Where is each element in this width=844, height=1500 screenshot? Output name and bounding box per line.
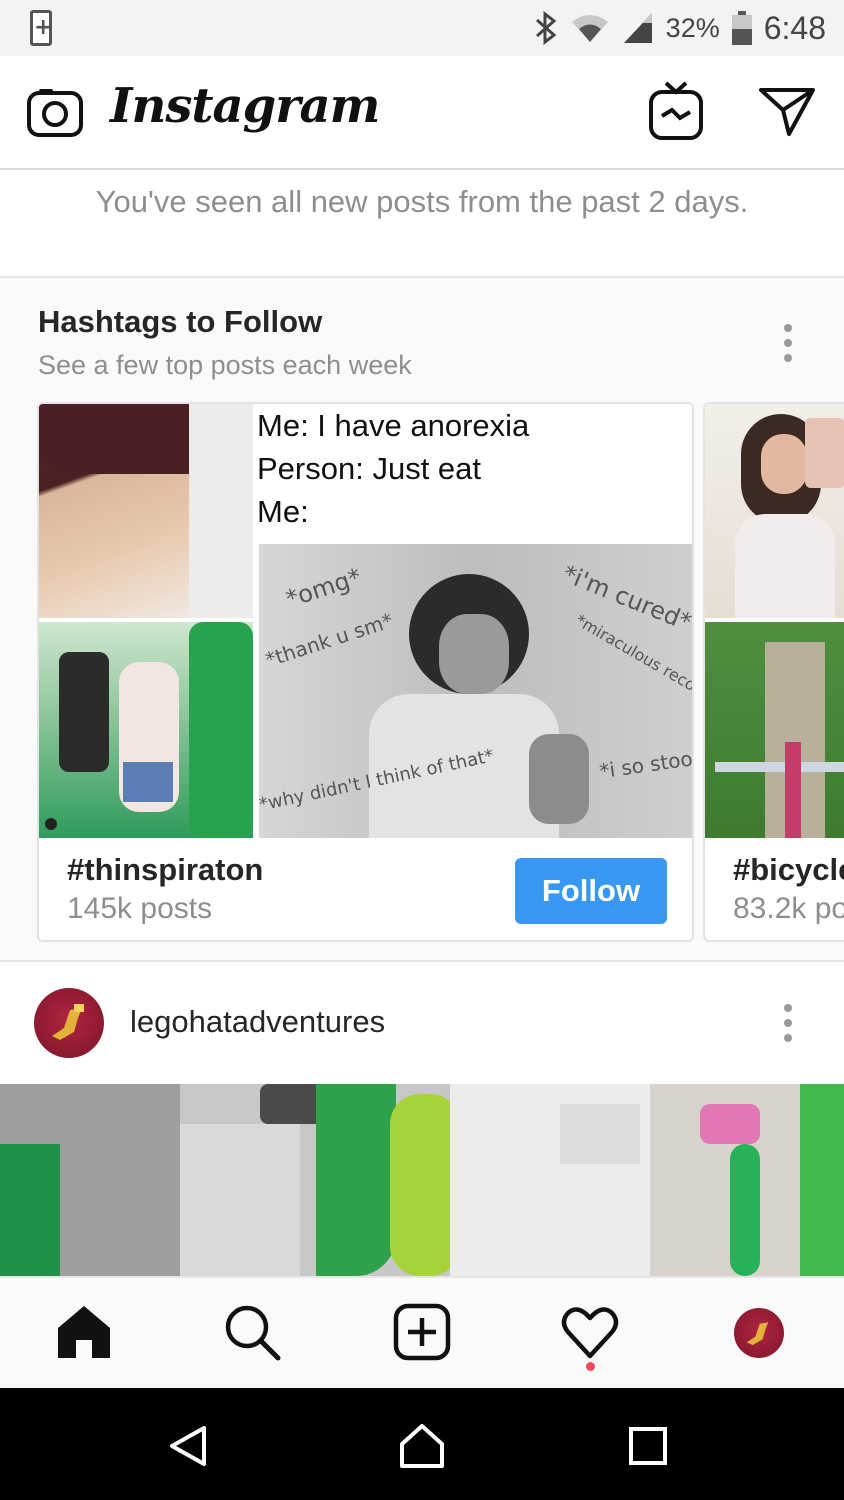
more-options-icon[interactable] [781, 1004, 795, 1044]
section-title: Hashtags to Follow [38, 304, 323, 339]
battery-percent: 32% [665, 12, 720, 43]
hashtags-to-follow: Hashtags to Follow See a few top posts e… [0, 278, 844, 962]
meme-photo: *omg* *thank u sm* *i'm cured* *miraculo… [257, 544, 694, 838]
home-button-icon[interactable] [398, 1422, 446, 1470]
activity-heart-icon[interactable] [560, 1302, 620, 1362]
recents-icon[interactable] [628, 1426, 668, 1466]
system-navigation-bar [0, 1388, 844, 1500]
notification-dot [586, 1362, 595, 1371]
caught-up-text: You've seen all new posts from the past … [95, 184, 749, 219]
meme-line: Person: Just eat [257, 451, 482, 486]
profile-avatar[interactable] [734, 1308, 784, 1358]
more-options-icon[interactable] [781, 324, 795, 364]
camera-icon[interactable] [26, 86, 84, 138]
status-bar: 32% 6:48 [0, 0, 844, 56]
post-thumbnail[interactable] [39, 404, 253, 618]
meme-caption: Me: I have anorexia Person: Just eat Me: [257, 404, 529, 533]
back-icon[interactable] [166, 1424, 210, 1468]
new-post-icon[interactable] [392, 1302, 452, 1362]
hashtag-name[interactable]: #bicycle [733, 852, 844, 888]
meme-annotation: *thank u sm* [262, 608, 396, 672]
caught-up-notice: You've seen all new posts from the past … [0, 170, 844, 278]
post-image[interactable] [0, 1084, 844, 1276]
post-thumbnail[interactable] [705, 622, 844, 838]
status-icons: 32% 6:48 [534, 8, 826, 48]
meme-thumbnail[interactable]: Me: I have anorexia Person: Just eat Me:… [257, 404, 694, 838]
hashtag-post-count: 145k posts [67, 892, 213, 925]
meme-annotation: *i so stoopid* [597, 740, 694, 784]
hashtag-card[interactable]: Me: I have anorexia Person: Just eat Me:… [37, 402, 694, 942]
bottom-navigation [0, 1276, 844, 1388]
direct-message-icon[interactable] [758, 86, 816, 138]
post-username[interactable]: legohatadventures [130, 1004, 385, 1040]
clock: 6:48 [763, 9, 826, 46]
app-header: Instagram [0, 56, 844, 170]
search-icon[interactable] [222, 1302, 282, 1362]
post-thumbnail[interactable] [705, 404, 844, 618]
meme-line: Me: I have anorexia [257, 408, 530, 443]
post-thumbnail[interactable] [39, 622, 253, 838]
hashtag-name[interactable]: #thinspiraton [67, 852, 263, 888]
bluetooth-icon [535, 11, 557, 45]
meme-line: Me: [257, 494, 309, 529]
igtv-icon[interactable] [648, 80, 704, 142]
close-icon[interactable] [637, 428, 673, 464]
section-subtitle: See a few top posts each week [38, 350, 412, 380]
add-box-icon [30, 10, 52, 46]
hashtag-post-count: 83.2k posts [733, 892, 844, 925]
battery-icon [731, 11, 752, 45]
wifi-icon [571, 15, 608, 42]
follow-button[interactable]: Follow [515, 858, 667, 924]
instagram-logo: Instagram [110, 78, 380, 134]
home-icon[interactable] [54, 1302, 114, 1362]
post-header: legohatadventures [0, 962, 844, 1084]
cell-signal-icon [623, 13, 652, 43]
hashtag-card[interactable]: #bicycle 83.2k posts [703, 402, 844, 942]
avatar[interactable] [34, 988, 104, 1058]
meme-annotation: *omg* [282, 562, 365, 614]
